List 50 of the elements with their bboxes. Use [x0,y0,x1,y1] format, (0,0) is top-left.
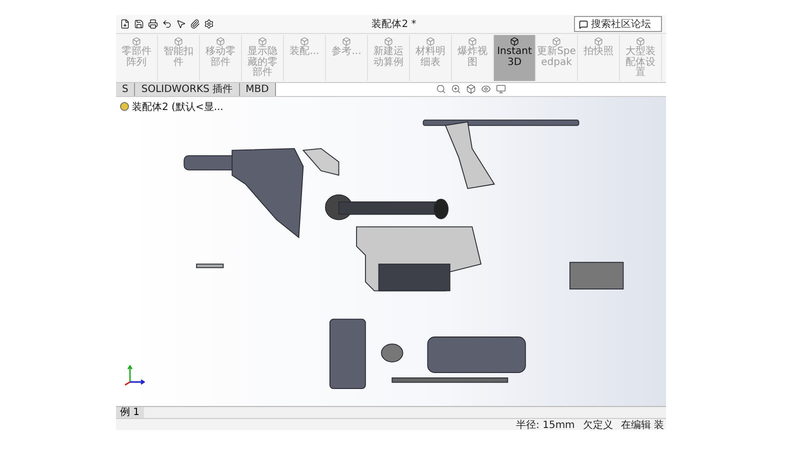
save-icon[interactable] [134,19,144,29]
ribbon-button[interactable]: 材料明细表 [410,35,452,80]
paperclip-icon[interactable] [190,19,200,29]
ribbon-button[interactable]: 装配... [284,35,326,80]
view-icon[interactable] [480,84,491,94]
search-field[interactable]: 搜索社区论坛 [574,16,662,32]
tool-icon [552,37,561,46]
new-file-icon[interactable] [120,19,130,29]
ribbon-button[interactable]: 移动零部件 [200,35,242,80]
ribbon-button[interactable]: 智能扣件 [158,35,200,80]
tool-icon [636,37,645,46]
tool-icon [468,37,477,46]
monitor-icon[interactable] [496,84,506,94]
ribbon-button[interactable]: 拍快照 [578,35,620,80]
ribbon-button[interactable]: 大型装配体设置 [620,35,662,80]
ribbon-button[interactable]: 新建运动算例 [368,35,410,80]
tool-icon [426,37,435,46]
ribbon-button[interactable]: 更新Speedpak [536,35,578,80]
tool-icon [216,37,225,46]
chat-icon [579,20,588,28]
tool-icon [258,37,267,46]
cube-icon[interactable] [466,84,476,94]
status-text: 在编辑 装 [620,418,664,430]
search-icon[interactable] [436,84,446,94]
window-title: 装配体2 * [370,18,418,31]
tool-icon [342,37,351,46]
tool-icon [174,37,183,46]
assembly-icon [120,102,129,111]
zoom-icon[interactable] [450,84,461,94]
ribbon-button[interactable]: 参考... [326,35,368,80]
settings-icon[interactable] [204,19,214,29]
pointer-icon[interactable] [176,19,186,29]
ribbon-button[interactable]: 零部件阵列 [116,35,158,80]
tab[interactable]: MBD [240,82,276,96]
tool-icon [384,37,393,46]
ribbon-button[interactable]: Instant3D [494,35,536,80]
study-tab[interactable]: 例 1 [116,407,144,418]
status-text: 欠定义 [582,418,613,430]
tool-icon [132,37,141,46]
tool-icon [510,37,519,46]
ribbon-button[interactable]: 显示隐藏的零部件 [242,35,284,80]
tool-icon [594,37,603,46]
status-text: 半径: 15mm [516,418,575,430]
tree-item[interactable]: 装配体2 (默认<显... [132,100,224,114]
tab[interactable]: S [116,82,136,96]
tab[interactable]: SOLIDWORKS 插件 [135,82,240,96]
print-icon[interactable] [148,19,158,29]
undo-icon[interactable] [162,19,172,29]
tool-icon [300,37,309,46]
axis-triad-icon [124,364,146,386]
